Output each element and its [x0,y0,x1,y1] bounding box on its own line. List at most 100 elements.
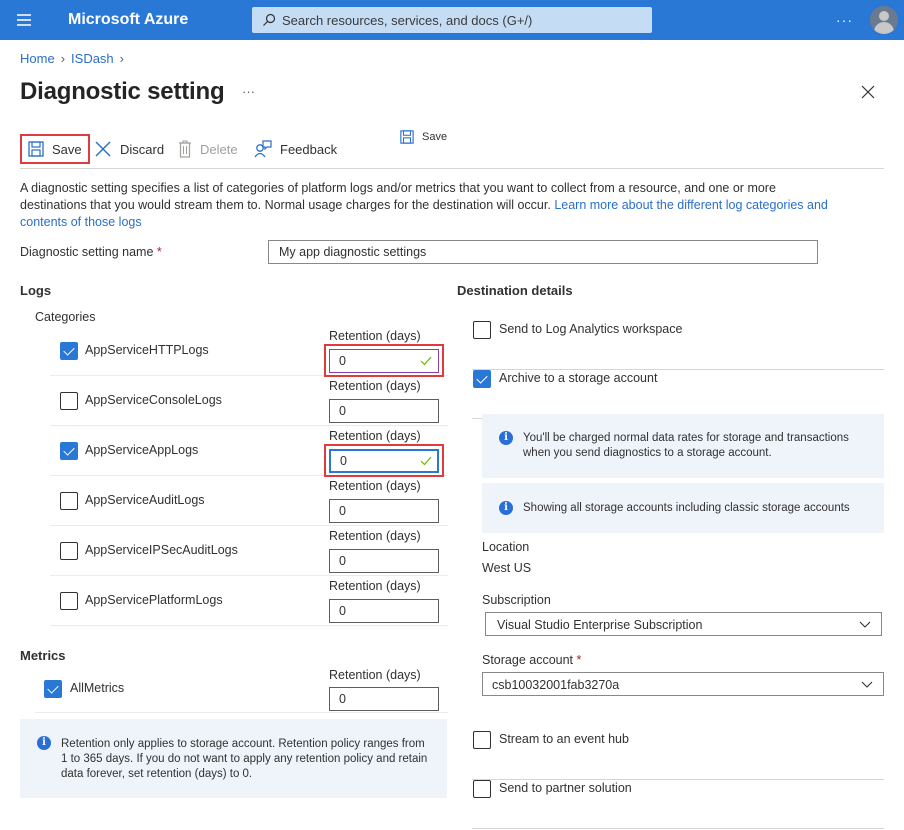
partner-checkbox[interactable] [473,780,491,798]
toolbar-divider [20,168,884,169]
secondary-save-label: Save [422,131,448,143]
search-box[interactable] [252,7,652,33]
retention-label: Retention (days) [329,429,421,443]
breadcrumb: Home › ISDash › [20,51,130,66]
classic-storage-text: Showing all storage accounts including c… [523,502,850,514]
log-category-checkbox[interactable] [60,342,78,360]
log-retention-input[interactable] [329,399,439,423]
log-category-row: AppServicePlatformLogs Retention (days) [50,576,448,626]
secondary-save-button[interactable]: Save [400,130,447,144]
setting-name-input[interactable] [268,240,818,264]
log-category-row: AppServiceAppLogs Retention (days) [50,426,448,477]
subscription-label: Subscription [482,593,551,607]
page-more-icon[interactable]: ··· [242,84,255,99]
log-category-checkbox[interactable] [60,392,78,410]
required-mark: * [576,653,582,667]
dest-partner-row: Send to partner solution [472,780,884,829]
location-value: West US [482,561,532,575]
close-icon[interactable] [860,84,876,100]
delete-label: Delete [200,141,238,157]
log-category-label: AppServiceAuditLogs [85,493,205,507]
search-input[interactable] [282,7,642,33]
more-options-icon[interactable]: ··· [836,12,853,28]
setting-name-label: Diagnostic setting name * [20,245,162,259]
log-retention-input[interactable] [329,549,439,573]
dest-storage-row: Archive to a storage account [472,370,884,419]
hamburger-icon[interactable] [17,14,31,26]
storage-account-label: Storage account * [482,653,582,667]
log-category-checkbox[interactable] [60,592,78,610]
dest-event-hub-row: Stream to an event hub [472,731,884,780]
discard-button[interactable]: Discard [94,134,164,164]
chevron-down-icon [859,621,871,628]
metric-row: AllMetrics Retention (days) [35,663,448,713]
log-category-label: AppServiceAppLogs [85,443,199,457]
classic-storage-info: i Showing all storage accounts including… [482,483,884,533]
log-retention-input[interactable] [329,349,439,373]
log-category-checkbox[interactable] [60,442,78,460]
subscription-value: Visual Studio Enterprise Subscription [497,618,703,632]
search-icon [263,13,276,26]
breadcrumb-separator: › [60,51,66,66]
required-mark: * [156,245,162,259]
user-avatar-icon[interactable] [870,6,898,34]
location-label: Location [482,540,530,554]
save-icon [400,130,414,144]
metric-retention-input[interactable] [329,687,439,711]
storage-charges-info: i You'll be charged normal data rates fo… [482,414,884,478]
retention-label: Retention (days) [329,529,421,543]
storage-charges-text: You'll be charged normal data rates for … [523,432,849,459]
log-analytics-label: Send to Log Analytics workspace [499,322,683,336]
breadcrumb-isdash[interactable]: ISDash [71,51,114,66]
info-icon: i [37,736,51,750]
log-retention-input[interactable] [329,449,439,473]
log-category-checkbox[interactable] [60,542,78,560]
feedback-icon [254,140,272,158]
description: A diagnostic setting specifies a list of… [20,180,840,231]
storage-account-value: csb10032001fab3270a [492,678,620,692]
metric-checkbox[interactable] [44,680,62,698]
save-icon [28,141,44,157]
partner-label: Send to partner solution [499,781,632,795]
discard-label: Discard [120,141,165,157]
retention-info-text: Retention only applies to storage accoun… [61,738,428,780]
feedback-button[interactable]: Feedback [254,134,337,164]
delete-button[interactable]: Delete [178,134,238,164]
storage-account-dropdown[interactable]: csb10032001fab3270a [482,672,884,696]
log-retention-input[interactable] [329,499,439,523]
log-category-row: AppServiceConsoleLogs Retention (days) [50,376,448,426]
log-category-label: AppServiceIPSecAuditLogs [85,543,238,557]
save-label: Save [52,141,82,157]
storage-checkbox[interactable] [473,370,491,388]
log-category-row: AppServiceHTTPLogs Retention (days) [50,326,448,377]
log-analytics-checkbox[interactable] [473,321,491,339]
event-hub-checkbox[interactable] [473,731,491,749]
log-category-label: AppServiceConsoleLogs [85,393,222,407]
subscription-dropdown[interactable]: Visual Studio Enterprise Subscription [485,612,882,636]
chevron-down-icon [861,681,873,688]
log-category-row: AppServiceIPSecAuditLogs Retention (days) [50,526,448,576]
page-title: Diagnostic setting [20,78,225,105]
log-category-row: AppServiceAuditLogs Retention (days) [50,476,448,526]
retention-label: Retention (days) [329,479,421,493]
log-category-label: AppServiceHTTPLogs [85,343,209,357]
top-bar: Microsoft Azure ··· [0,0,904,40]
log-category-checkbox[interactable] [60,492,78,510]
retention-label: Retention (days) [329,379,421,393]
discard-icon [95,141,111,157]
event-hub-label: Stream to an event hub [499,732,629,746]
info-icon: i [499,431,513,445]
breadcrumb-home[interactable]: Home [20,51,55,66]
destination-heading: Destination details [457,283,573,298]
log-category-label: AppServicePlatformLogs [85,593,223,607]
metric-label: AllMetrics [70,681,125,695]
metrics-heading: Metrics [20,648,66,663]
breadcrumb-separator: › [119,51,125,66]
save-button[interactable]: Save [20,134,90,164]
retention-label: Retention (days) [329,579,421,593]
brand-title[interactable]: Microsoft Azure [68,11,188,29]
dest-log-analytics-row: Send to Log Analytics workspace [472,321,884,370]
categories-heading: Categories [35,310,96,324]
feedback-label: Feedback [280,141,338,157]
log-retention-input[interactable] [329,599,439,623]
